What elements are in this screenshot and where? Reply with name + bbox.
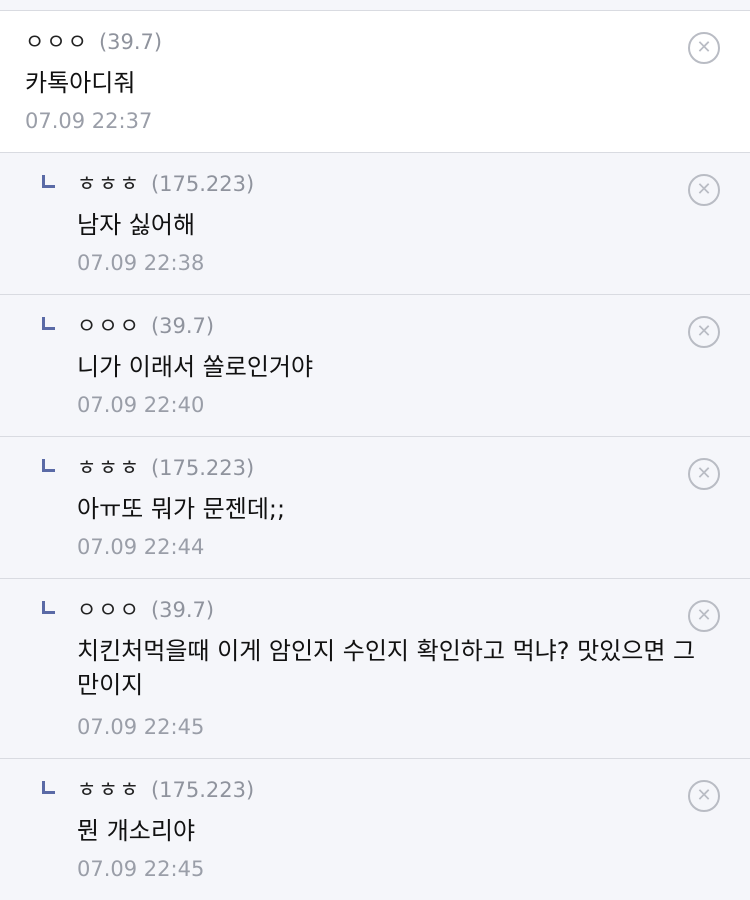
reply-arrow-icon [42,317,55,330]
comment-date: 07.09 22:44 [77,535,205,559]
reply-arrow-icon [42,459,55,472]
comment-reply: ㅇㅇㅇ (39.7) 치킨처먹을때 이게 암인지 수인지 확인하고 먹냐? 맛있으… [0,579,750,759]
comment-reply: ㅎㅎㅎ (175.223) 남자 싫어해 07.09 22:38 ✕ [0,153,750,295]
close-circle-icon[interactable]: ✕ [688,600,720,632]
comment-author[interactable]: ㅎㅎㅎ [77,456,141,480]
comment-thread: ㅇㅇㅇ (39.7) 카톡아디줘 07.09 22:37 ✕ ㅎㅎㅎ (175.22… [0,0,750,900]
comment-reply: ㅎㅎㅎ (175.223) 뭔 개소리야 07.09 22:45 ✕ [0,759,750,900]
comment-meta: ㅇㅇㅇ (39.7) [25,29,162,55]
close-circle-icon[interactable]: ✕ [688,174,720,206]
comment-text: 치킨처먹을때 이게 암인지 수인지 확인하고 먹냐? 맛있으면 그만이지 [77,637,696,699]
comment-text: 카톡아디줘 [25,69,136,97]
comment-text: 아ㅠ또 뭐가 문젠데;; [77,495,286,523]
comment-date: 07.09 22:38 [77,251,205,275]
close-circle-icon[interactable]: ✕ [688,780,720,812]
comment-reply: ㅇㅇㅇ (39.7) 니가 이래서 쏠로인거야 07.09 22:40 ✕ [0,295,750,437]
comment-ip: (39.7) [150,598,215,622]
reply-arrow-icon [42,601,55,614]
comment-date: 07.09 22:37 [25,109,153,133]
comment-meta: ㅎㅎㅎ (175.223) [77,171,254,197]
comment-text: 남자 싫어해 [77,211,196,239]
close-circle-icon[interactable]: ✕ [688,316,720,348]
reply-arrow-icon [42,175,55,188]
close-circle-icon[interactable]: ✕ [688,458,720,490]
comment-ip: (175.223) [150,778,255,802]
comment-text: 니가 이래서 쏠로인거야 [77,353,314,381]
comment-ip: (39.7) [98,30,163,54]
comment-meta: ㅎㅎㅎ (175.223) [77,777,254,803]
comment-ip: (39.7) [150,314,215,338]
comment-date: 07.09 22:45 [77,857,205,881]
comment-author[interactable]: ㅇㅇㅇ [77,314,141,338]
comment-author[interactable]: ㅇㅇㅇ [25,30,89,54]
comment-meta: ㅎㅎㅎ (175.223) [77,455,254,481]
comment-author[interactable]: ㅎㅎㅎ [77,778,141,802]
comment-author[interactable]: ㅇㅇㅇ [77,598,141,622]
reply-arrow-icon [42,781,55,794]
comment-meta: ㅇㅇㅇ (39.7) [77,313,214,339]
comment-meta: ㅇㅇㅇ (39.7) [77,597,214,623]
comment-ip: (175.223) [150,172,255,196]
comment-date: 07.09 22:45 [77,715,205,739]
comment-author[interactable]: ㅎㅎㅎ [77,172,141,196]
comment-ip: (175.223) [150,456,255,480]
comment-date: 07.09 22:40 [77,393,205,417]
close-circle-icon[interactable]: ✕ [688,32,720,64]
comment-text: 뭔 개소리야 [77,817,196,845]
comment-root: ㅇㅇㅇ (39.7) 카톡아디줘 07.09 22:37 ✕ [0,11,750,153]
comment-reply: ㅎㅎㅎ (175.223) 아ㅠ또 뭐가 문젠데;; 07.09 22:44 ✕ [0,437,750,579]
